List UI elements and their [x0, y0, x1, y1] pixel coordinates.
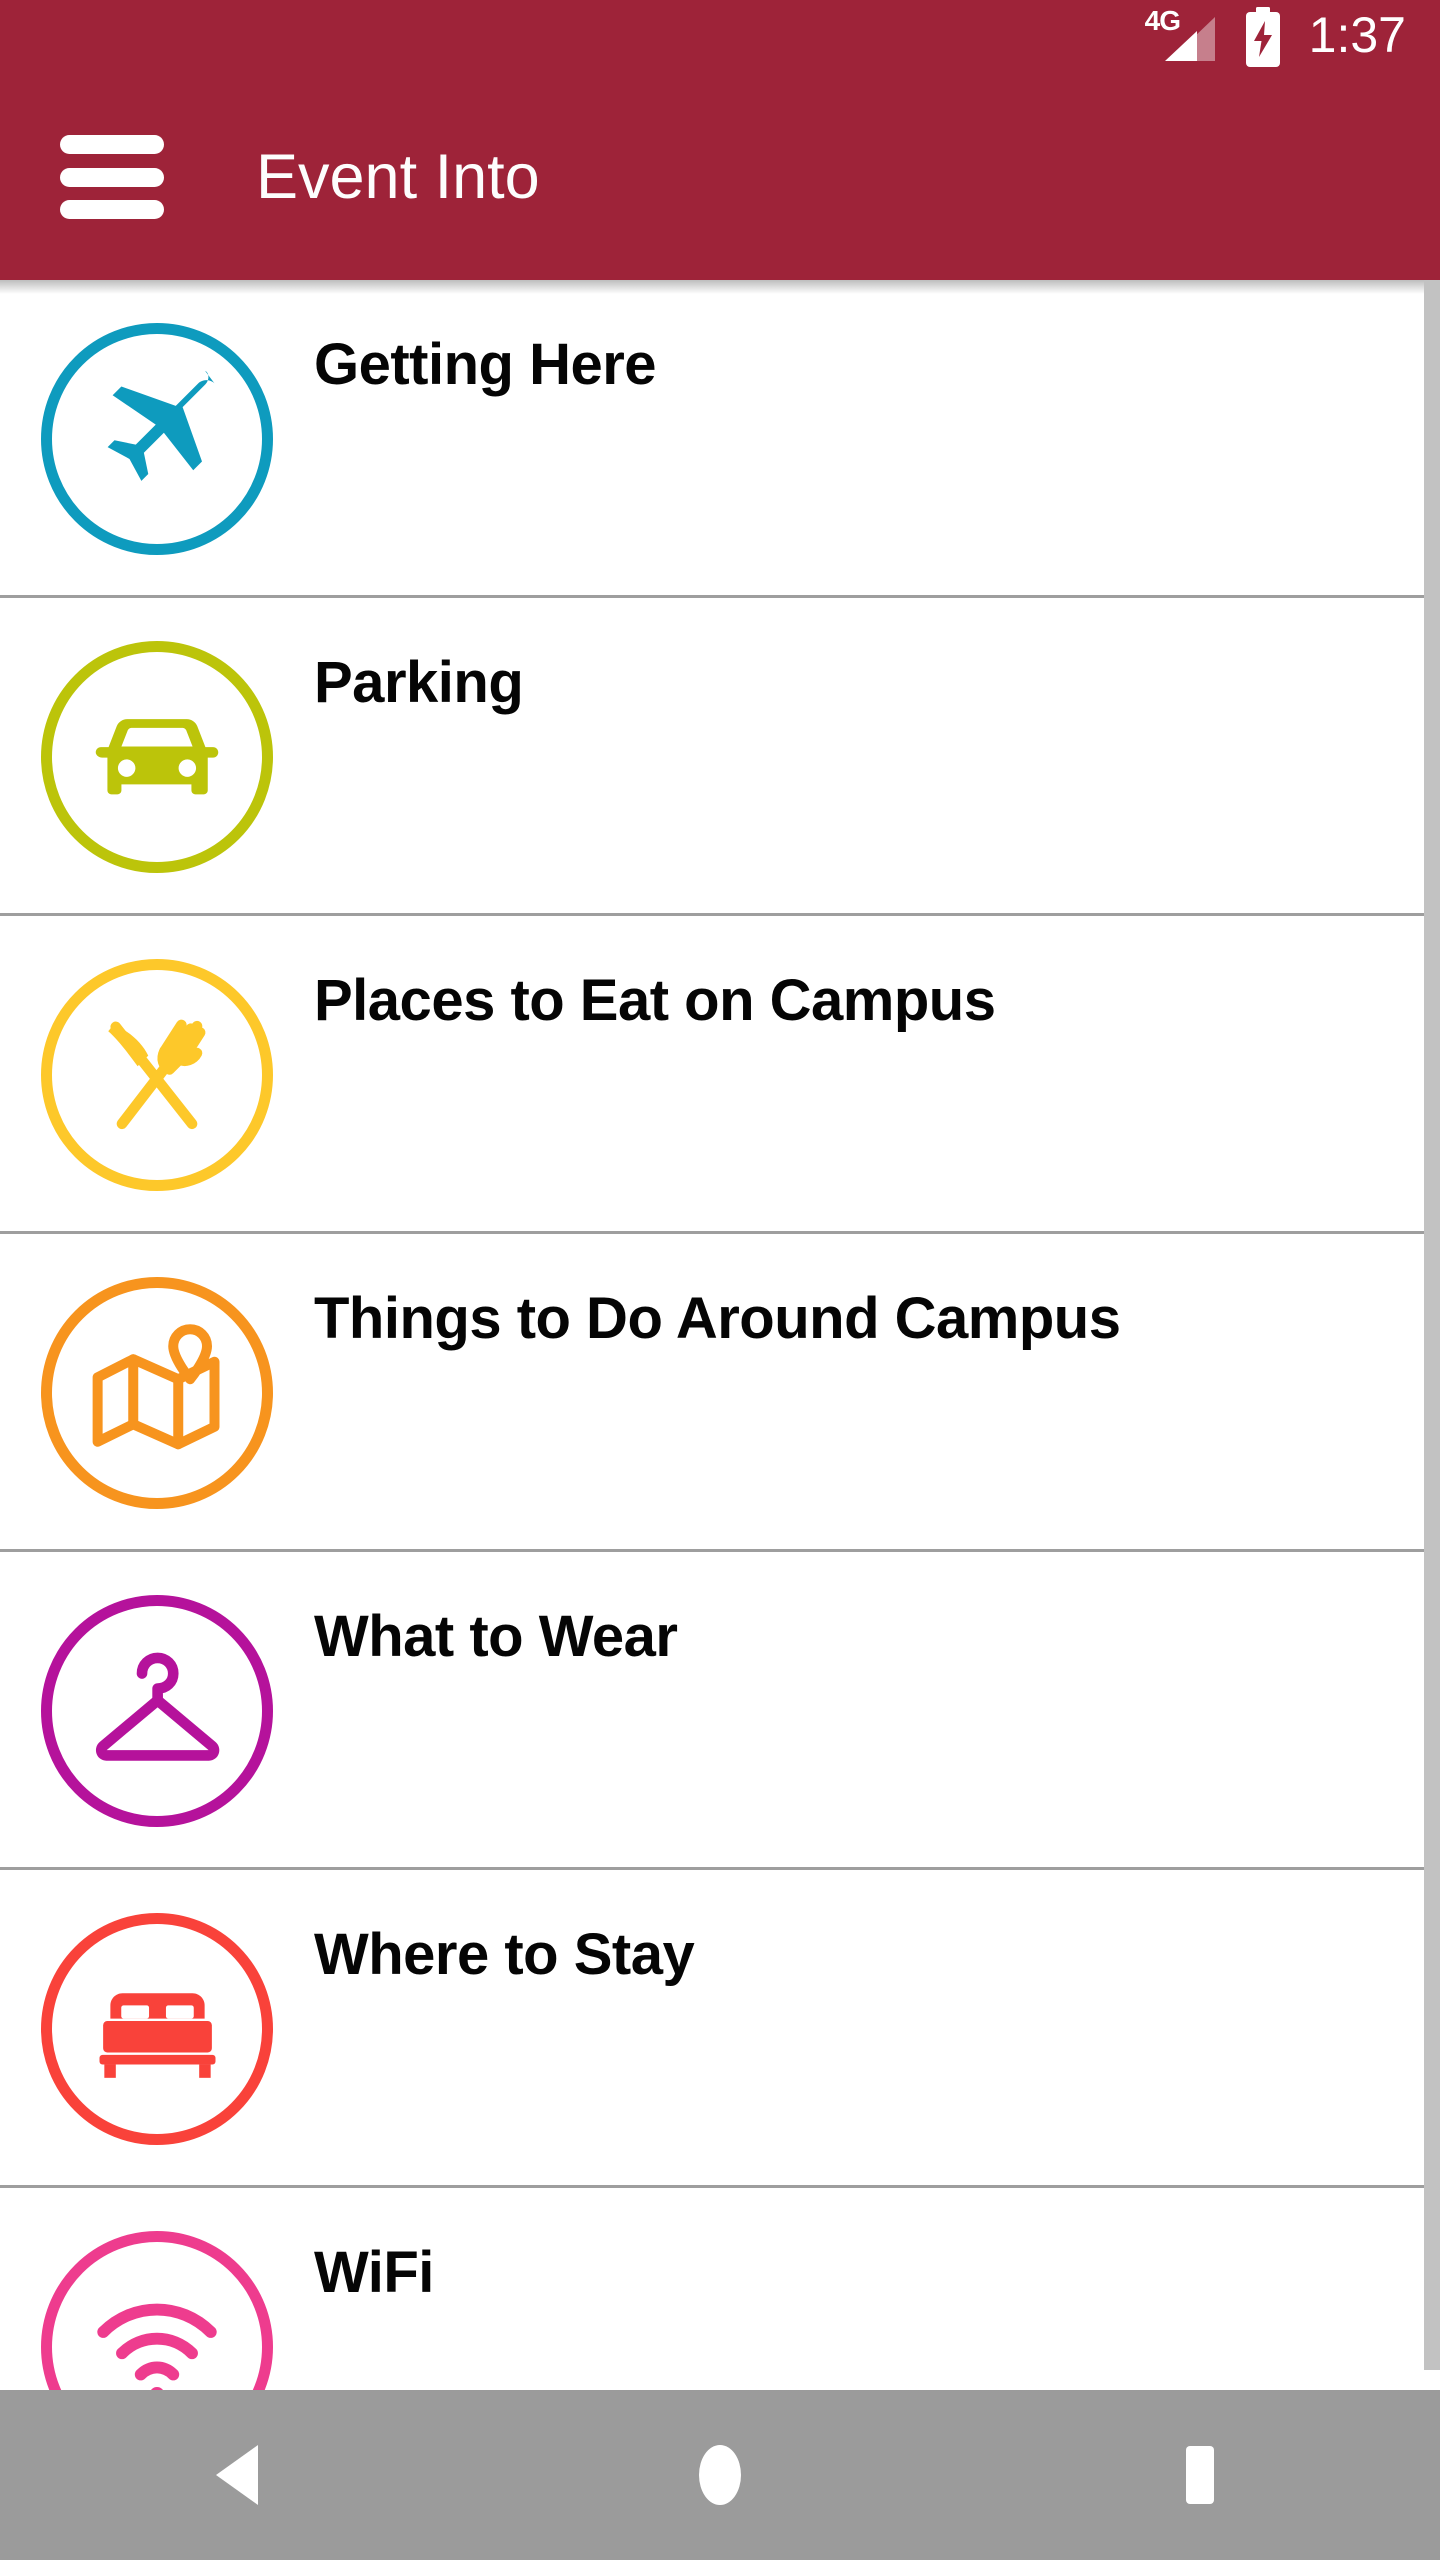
status-bar-clock: 1:37 — [1308, 7, 1406, 63]
list-item-label: Getting Here — [314, 332, 657, 397]
list-item-label: Things to Do Around Campus — [314, 1286, 1121, 1351]
menu-bar-2 — [60, 167, 164, 187]
back-triangle-icon — [216, 2445, 258, 2505]
icon-slot — [0, 1870, 314, 2188]
list-item-label: Parking — [314, 650, 524, 715]
menu-bar-1 — [60, 135, 164, 154]
list-item-places-to-eat-on-campus[interactable]: Places to Eat on Campus — [0, 916, 1440, 1234]
app-bar: Event Into — [0, 74, 1440, 280]
back-button[interactable] — [150, 2390, 330, 2560]
signal-bars-icon: 4G — [1145, 7, 1217, 65]
list-item-where-to-stay[interactable]: Where to Stay — [0, 1870, 1440, 2188]
menu-bar-3 — [60, 200, 164, 219]
list-item-things-to-do-around-campus[interactable]: Things to Do Around Campus — [0, 1234, 1440, 1552]
list-item-getting-here[interactable]: Getting Here — [0, 280, 1440, 598]
icon-slot — [0, 916, 314, 1234]
bed-icon — [41, 1913, 273, 2145]
recents-button[interactable] — [1110, 2390, 1290, 2560]
fork-knife-icon — [41, 959, 273, 1191]
home-button[interactable] — [630, 2390, 810, 2560]
list-item-label: What to Wear — [314, 1604, 678, 1669]
battery-charging-icon — [1245, 7, 1280, 67]
status-bar-right: 4G 1:37 — [1145, 7, 1406, 67]
home-circle-icon — [699, 2445, 741, 2505]
list-item-what-to-wear[interactable]: What to Wear — [0, 1552, 1440, 1870]
list-item-label: Where to Stay — [314, 1922, 695, 1987]
car-icon — [41, 641, 273, 873]
clothes-hanger-icon — [41, 1595, 273, 1827]
phone-screen: 4G 1:37 Event Into Getting Here Parking … — [0, 0, 1440, 2560]
hamburger-menu-icon[interactable] — [60, 135, 164, 219]
list-item-parking[interactable]: Parking — [0, 598, 1440, 916]
status-bar: 4G 1:37 — [0, 0, 1440, 74]
list-item-label: WiFi — [314, 2240, 434, 2305]
icon-slot — [0, 1234, 314, 1552]
scrollbar-thumb[interactable] — [1424, 280, 1440, 2370]
map-pin-icon — [41, 1277, 273, 1509]
android-navigation-bar — [0, 2390, 1440, 2560]
list-scrollbar[interactable] — [1424, 280, 1440, 2390]
icon-slot — [0, 598, 314, 916]
airplane-icon — [41, 323, 273, 555]
menu-list: Getting Here Parking Places to Eat on Ca… — [0, 280, 1440, 2390]
recents-square-icon — [1186, 2446, 1214, 2504]
page-title: Event Into — [256, 141, 540, 212]
icon-slot — [0, 280, 314, 598]
wifi-icon — [41, 2231, 273, 2390]
icon-slot — [0, 2188, 314, 2390]
list-item-label: Places to Eat on Campus — [314, 968, 996, 1033]
icon-slot — [0, 1552, 314, 1870]
list-item-wifi[interactable]: WiFi — [0, 2188, 1440, 2390]
signal-triangle-icon — [1164, 17, 1215, 61]
